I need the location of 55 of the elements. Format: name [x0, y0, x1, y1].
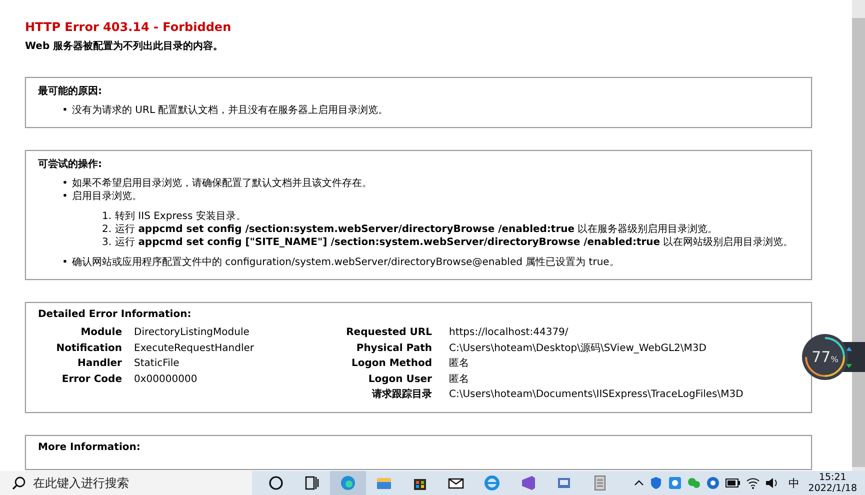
bullet-marker: •: [62, 190, 69, 203]
detail-label: Logon Method: [350, 357, 432, 370]
detail-label: Requested URL: [345, 326, 432, 340]
tray-app-icon[interactable]: [668, 476, 682, 490]
usage-value: 77: [812, 348, 831, 366]
shield-icon[interactable]: [649, 476, 664, 490]
detail-value: ExecuteRequestHandler: [134, 342, 255, 355]
section-heading: More Information:: [38, 442, 142, 452]
bullet-text: 如果不希望启用目录浏览，请确保配置了默认文档并且该文件存在。: [72, 177, 372, 190]
bullet-text: 启用目录浏览。: [72, 190, 142, 203]
section-heading: 可尝试的操作:: [38, 158, 103, 171]
taskbar-clock[interactable]: 15:21 2022/1/18: [808, 472, 857, 494]
detail-value: 匿名: [449, 357, 470, 370]
detail-label: Module: [80, 326, 122, 340]
bullet-marker: •: [62, 256, 69, 269]
usage-unit: %: [830, 355, 838, 364]
upload-arrow-icon: [846, 346, 852, 352]
detail-value: https://localhost:44379/: [449, 326, 570, 340]
caret-up-icon[interactable]: [634, 478, 644, 488]
detail-label: Error Code: [60, 372, 122, 386]
detail-value: DirectoryListingModule: [134, 326, 250, 340]
error-subtitle: Web 服务器被配置为不列出此目录的内容。: [25, 39, 224, 53]
detail-value: C:\Users\hoteam\Desktop\源码\SView_WebGL2\M3D: [449, 342, 708, 355]
bullet-marker: •: [62, 177, 69, 190]
input-method-indicator[interactable]: 中: [788, 476, 800, 490]
detail-label: 请求跟踪目录: [370, 388, 432, 402]
step-text: 转到 IIS Express 安装目录。: [115, 210, 246, 223]
detail-value: 0x00000000: [134, 372, 198, 386]
step-text: 运行 appcmd set config ["SITE_NAME"] /section:system.webServer/directoryBrowse /enabled:true 以在网站级别启用目录浏览。: [115, 236, 794, 249]
battery-icon[interactable]: [725, 477, 742, 489]
gauge-dial: [802, 334, 848, 380]
detail-value: StaticFile: [134, 357, 180, 370]
wifi-icon[interactable]: [746, 477, 760, 489]
volume-icon[interactable]: [765, 477, 780, 489]
section-heading: 最可能的原因:: [38, 84, 103, 98]
bullet-text: 没有为请求的 URL 配置默认文档，并且没有在服务器上启用目录浏览。: [72, 104, 388, 117]
search-icon: [12, 476, 26, 490]
step-number: 3.: [102, 236, 113, 249]
step-number: 2.: [102, 223, 113, 236]
taskbar-search-field[interactable]: 在此键入进行搜索: [0, 471, 252, 495]
detail-value: 匿名: [449, 372, 470, 386]
detail-label: Logon User: [367, 372, 432, 386]
bullet-marker: •: [62, 104, 69, 117]
step-text: 运行 appcmd set config /section:system.webServer/directoryBrowse /enabled:true 以在服务器级别启用目录浏览。: [115, 223, 718, 236]
step-number: 1.: [102, 210, 113, 223]
detail-label: Physical Path: [355, 342, 432, 355]
tray-globe-icon[interactable]: [706, 476, 720, 490]
section-heading: Detailed Error Information:: [38, 309, 192, 320]
detail-label: Notification: [55, 342, 122, 355]
detail-label: Handler: [76, 357, 122, 370]
scrollbar[interactable]: [852, 0, 865, 471]
error-title: HTTP Error 403.14 - Forbidden: [25, 20, 232, 34]
download-arrow-icon: [846, 362, 852, 368]
bullet-text: 确认网站或应用程序配置文件中的 configuration/system.webServer/directoryBrowse@enabled 属性已设置为 true。: [72, 256, 620, 269]
detail-value: C:\Users\hoteam\Documents\IISExpress\TraceLogFiles\M3D: [449, 388, 744, 402]
